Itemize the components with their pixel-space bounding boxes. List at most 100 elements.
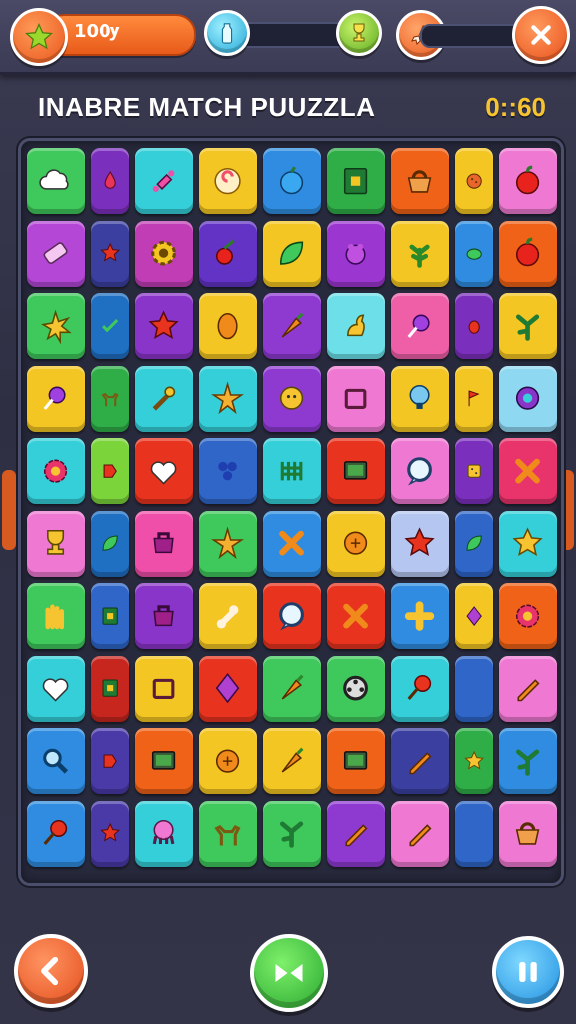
trophy-button[interactable] xyxy=(336,10,382,56)
play-button[interactable] xyxy=(250,934,328,1012)
puzzle-tile[interactable] xyxy=(27,510,85,577)
puzzle-tile[interactable] xyxy=(135,293,193,359)
puzzle-tile[interactable] xyxy=(327,583,385,649)
puzzle-tile[interactable] xyxy=(135,148,193,214)
puzzle-tile[interactable] xyxy=(91,220,129,287)
puzzle-tile[interactable] xyxy=(455,293,493,359)
puzzle-tile[interactable] xyxy=(135,583,193,649)
puzzle-tile[interactable] xyxy=(391,583,449,649)
puzzle-tile[interactable] xyxy=(199,365,257,432)
puzzle-tile[interactable] xyxy=(455,220,493,287)
puzzle-tile[interactable] xyxy=(199,510,257,577)
puzzle-tile[interactable] xyxy=(263,583,321,649)
puzzle-tile[interactable] xyxy=(455,655,493,722)
puzzle-tile[interactable] xyxy=(199,800,257,867)
puzzle-tile[interactable] xyxy=(91,655,129,722)
puzzle-tile[interactable] xyxy=(391,148,449,214)
puzzle-tile[interactable] xyxy=(91,365,129,432)
puzzle-tile[interactable] xyxy=(135,728,193,794)
puzzle-tile[interactable] xyxy=(135,655,193,722)
puzzle-tile[interactable] xyxy=(455,148,493,214)
puzzle-tile[interactable] xyxy=(499,438,557,504)
puzzle-tile[interactable] xyxy=(263,438,321,504)
puzzle-tile[interactable] xyxy=(263,148,321,214)
puzzle-tile[interactable] xyxy=(455,800,493,867)
puzzle-tile[interactable] xyxy=(263,293,321,359)
puzzle-tile[interactable] xyxy=(27,438,85,504)
puzzle-tile[interactable] xyxy=(327,510,385,577)
puzzle-tile[interactable] xyxy=(327,655,385,722)
candy-icon xyxy=(153,170,175,192)
puzzle-tile[interactable] xyxy=(135,365,193,432)
puzzle-tile[interactable] xyxy=(455,365,493,432)
puzzle-tile[interactable] xyxy=(27,365,85,432)
puzzle-tile[interactable] xyxy=(27,800,85,867)
puzzle-tile[interactable] xyxy=(27,728,85,794)
puzzle-tile[interactable] xyxy=(91,438,129,504)
puzzle-tile[interactable] xyxy=(199,220,257,287)
puzzle-tile[interactable] xyxy=(263,510,321,577)
puzzle-tile[interactable] xyxy=(391,438,449,504)
puzzle-tile[interactable] xyxy=(391,728,449,794)
puzzle-tile[interactable] xyxy=(455,510,493,577)
puzzle-tile[interactable] xyxy=(135,438,193,504)
back-button[interactable] xyxy=(14,934,88,1008)
puzzle-tile[interactable] xyxy=(27,655,85,722)
puzzle-tile[interactable] xyxy=(391,800,449,867)
puzzle-tile[interactable] xyxy=(391,365,449,432)
puzzle-tile[interactable] xyxy=(27,583,85,649)
puzzle-tile[interactable] xyxy=(327,293,385,359)
puzzle-tile[interactable] xyxy=(199,583,257,649)
puzzle-tile[interactable] xyxy=(391,655,449,722)
puzzle-tile[interactable] xyxy=(455,438,493,504)
bottle-button[interactable] xyxy=(204,10,250,56)
puzzle-tile[interactable] xyxy=(499,293,557,359)
puzzle-tile[interactable] xyxy=(91,148,129,214)
puzzle-tile[interactable] xyxy=(91,510,129,577)
puzzle-tile[interactable] xyxy=(499,583,557,649)
puzzle-tile[interactable] xyxy=(499,365,557,432)
puzzle-tile[interactable] xyxy=(499,728,557,794)
puzzle-tile[interactable] xyxy=(91,728,129,794)
puzzle-tile[interactable] xyxy=(199,728,257,794)
puzzle-tile[interactable] xyxy=(91,800,129,867)
puzzle-tile[interactable] xyxy=(91,583,129,649)
puzzle-tile[interactable] xyxy=(499,800,557,867)
puzzle-tile[interactable] xyxy=(391,510,449,577)
close-button[interactable] xyxy=(512,6,570,64)
puzzle-tile[interactable] xyxy=(499,510,557,577)
puzzle-tile[interactable] xyxy=(263,800,321,867)
puzzle-tile[interactable] xyxy=(455,583,493,649)
star-button[interactable] xyxy=(10,8,68,66)
puzzle-tile[interactable] xyxy=(27,293,85,359)
flag-icon xyxy=(468,390,480,407)
puzzle-tile[interactable] xyxy=(135,220,193,287)
puzzle-tile[interactable] xyxy=(263,365,321,432)
puzzle-tile[interactable] xyxy=(327,438,385,504)
puzzle-tile[interactable] xyxy=(327,365,385,432)
puzzle-tile[interactable] xyxy=(263,728,321,794)
puzzle-tile[interactable] xyxy=(391,293,449,359)
puzzle-tile[interactable] xyxy=(199,293,257,359)
puzzle-tile[interactable] xyxy=(263,655,321,722)
puzzle-tile[interactable] xyxy=(499,148,557,214)
puzzle-tile[interactable] xyxy=(327,148,385,214)
puzzle-tile[interactable] xyxy=(391,220,449,287)
puzzle-tile[interactable] xyxy=(135,800,193,867)
puzzle-tile[interactable] xyxy=(263,220,321,287)
puzzle-tile[interactable] xyxy=(27,148,85,214)
puzzle-tile[interactable] xyxy=(499,220,557,287)
puzzle-tile[interactable] xyxy=(455,728,493,794)
pause-button[interactable] xyxy=(492,936,564,1008)
puzzle-tile[interactable] xyxy=(27,220,85,287)
puzzle-tile[interactable] xyxy=(499,655,557,722)
puzzle-tile[interactable] xyxy=(199,148,257,214)
puzzle-tile[interactable] xyxy=(199,655,257,722)
puzzle-tile[interactable] xyxy=(199,438,257,504)
puzzle-tile[interactable] xyxy=(327,220,385,287)
puzzle-tile[interactable] xyxy=(327,728,385,794)
apple-icon xyxy=(516,165,540,195)
puzzle-tile[interactable] xyxy=(327,800,385,867)
puzzle-tile[interactable] xyxy=(91,293,129,359)
puzzle-tile[interactable] xyxy=(135,510,193,577)
